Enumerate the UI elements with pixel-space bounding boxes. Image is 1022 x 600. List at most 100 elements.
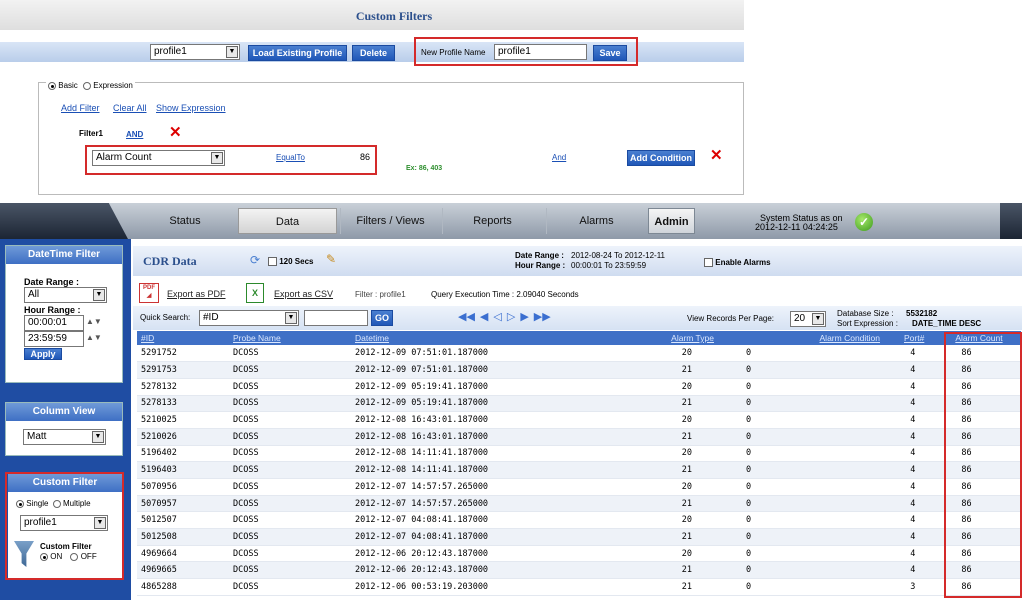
column-view-select[interactable]: Matt ▼ (23, 429, 106, 445)
add-condition-button[interactable]: Add Condition (627, 150, 695, 166)
filter-builder-box (38, 82, 744, 195)
show-expression-link[interactable]: Show Expression (156, 103, 226, 113)
condition-field-select[interactable]: Alarm Count ▼ (92, 150, 225, 166)
cell-alarm-type: 21 (626, 561, 738, 580)
table-row[interactable]: 5210026 DCOSS 2012-12-08 16:43:01.187000 21… (137, 428, 1021, 446)
hour-range-info-label: Hour Range : (515, 261, 566, 270)
condition-and-link[interactable]: And (552, 153, 566, 162)
tab-data[interactable]: Data (238, 208, 337, 234)
table-row[interactable]: 4969665 DCOSS 2012-12-06 20:12:43.187000 21… (137, 561, 1021, 580)
cell-alarm-condition: 0 (738, 545, 900, 563)
cell-datetime: 2012-12-09 07:51:01.187000 (351, 345, 626, 363)
apply-button[interactable]: Apply (24, 348, 62, 360)
pagination: ◀◀ ◀ ◁ ▷ ▶ ▶▶ (458, 310, 556, 323)
column-header-datetime[interactable]: Datetime (351, 331, 626, 345)
cell-probe-name: DCOSS (229, 378, 351, 396)
table-row[interactable]: 4865288 DCOSS 2012-12-06 00:53:19.203000 21… (137, 578, 1021, 596)
cell-alarm-condition: 0 (738, 395, 900, 413)
page-back-icon[interactable]: ◁ (493, 310, 501, 323)
table-row[interactable]: 5012508 DCOSS 2012-12-07 04:08:41.187000 21… (137, 528, 1021, 546)
table-row[interactable]: 4969664 DCOSS 2012-12-06 20:12:43.187000 20… (137, 545, 1021, 563)
quick-search-input[interactable] (304, 310, 368, 326)
filter-text: Filter : profile1 (355, 290, 406, 299)
enable-alarms-checkbox[interactable] (704, 258, 713, 268)
tab-admin[interactable]: Admin (648, 208, 695, 234)
hour-to-stepper-icon[interactable]: ▲▼ (86, 333, 102, 342)
table-row[interactable]: 5278132 DCOSS 2012-12-09 05:19:41.187000 20… (137, 378, 1021, 396)
save-button[interactable]: Save (593, 45, 627, 61)
sort-expression-label: Sort Expression : (837, 319, 898, 328)
top-nav-left-wing (0, 203, 128, 239)
quick-search-field-select[interactable]: #ID ▼ (199, 310, 299, 326)
cell-alarm-type: 20 (626, 411, 738, 429)
table-row[interactable]: 5012507 DCOSS 2012-12-07 04:08:41.187000 20… (137, 511, 1021, 530)
basic-radio[interactable] (48, 81, 56, 90)
chevron-down-icon: ▼ (812, 313, 824, 325)
expression-radio[interactable] (83, 81, 92, 90)
hour-to-input[interactable]: 23:59:59 (24, 331, 84, 347)
export-pdf-link[interactable]: Export as PDF (167, 289, 226, 299)
profile-select[interactable]: profile1 ▼ (150, 44, 240, 60)
cell-alarm-type: 21 (626, 461, 738, 479)
cell-alarm-condition: 0 (738, 428, 900, 446)
cell-probe-name: DCOSS (229, 528, 351, 546)
add-filter-link[interactable]: Add Filter (61, 103, 100, 113)
hour-from-input[interactable]: 00:00:01 (24, 315, 84, 331)
tab-alarms[interactable]: Alarms (546, 208, 646, 234)
table-row[interactable]: 5291752 DCOSS 2012-12-09 07:51:01.187000 20… (137, 345, 1021, 363)
column-header-probe-name[interactable]: Probe Name (229, 331, 351, 345)
cell-datetime: 2012-12-09 05:19:41.187000 (351, 395, 626, 413)
filter-and-link[interactable]: AND (126, 130, 143, 139)
cdr-title: CDR Data (143, 254, 197, 268)
tab-reports[interactable]: Reports (442, 208, 542, 234)
cell-probe-name: DCOSS (229, 545, 351, 563)
cell-alarm-type: 21 (626, 528, 738, 546)
records-per-page-select[interactable]: 20 ▼ (790, 311, 826, 327)
export-csv-link[interactable]: Export as CSV (274, 289, 333, 299)
edit-icon[interactable]: ✎ (326, 252, 336, 266)
remove-condition-icon[interactable]: ✕ (710, 148, 723, 163)
date-range-select[interactable]: All ▼ (24, 287, 107, 303)
table-row[interactable]: 5196403 DCOSS 2012-12-08 14:11:41.187000 21… (137, 461, 1021, 479)
cell-id: 5012508 (137, 528, 229, 546)
cell-id: 5210025 (137, 411, 229, 429)
delete-profile-button[interactable]: Delete (352, 45, 395, 61)
top-nav-right-wing (1000, 203, 1022, 239)
hour-from-stepper-icon[interactable]: ▲▼ (86, 317, 102, 326)
csv-icon: X (246, 283, 264, 303)
load-existing-profile-button[interactable]: Load Existing Profile (248, 45, 347, 61)
tab-filters-views[interactable]: Filters / Views (340, 208, 440, 234)
cell-probe-name: DCOSS (229, 561, 351, 580)
column-header-alarm-type[interactable]: Alarm Type (626, 331, 738, 345)
cell-alarm-condition: 0 (738, 478, 900, 496)
refresh-checkbox[interactable] (268, 257, 277, 267)
condition-value[interactable]: 86 (360, 152, 370, 162)
table-row[interactable]: 5070956 DCOSS 2012-12-07 14:57:57.265000 20… (137, 478, 1021, 496)
condition-operator-link[interactable]: EqualTo (276, 153, 305, 162)
table-row[interactable]: 5210025 DCOSS 2012-12-08 16:43:01.187000 20… (137, 411, 1021, 429)
prev-page-icon[interactable]: ◀ (480, 310, 488, 323)
page-forward-icon[interactable]: ▷ (507, 310, 515, 323)
refresh-toggle: 120 Secs (268, 257, 314, 267)
remove-filter-icon[interactable]: ✕ (169, 125, 182, 140)
go-button[interactable]: GO (371, 310, 393, 326)
cell-alarm-condition: 0 (738, 511, 900, 530)
next-page-icon[interactable]: ▶ (520, 310, 528, 323)
last-page-icon[interactable]: ▶▶ (534, 310, 551, 323)
table-row[interactable]: 5291753 DCOSS 2012-12-09 07:51:01.187000 21… (137, 361, 1021, 379)
column-header-id[interactable]: #ID (137, 331, 229, 345)
cell-probe-name: DCOSS (229, 461, 351, 479)
cell-alarm-condition: 0 (738, 445, 900, 463)
refresh-icon[interactable]: ⟳ (250, 253, 260, 267)
table-row[interactable]: 5070957 DCOSS 2012-12-07 14:57:57.265000 21… (137, 495, 1021, 513)
column-header-alarm-condition[interactable]: Alarm Condition (738, 331, 900, 345)
new-profile-name-input[interactable]: profile1 (494, 44, 587, 60)
db-size-value: 5532182 (906, 309, 938, 318)
tab-status[interactable]: Status (140, 208, 230, 234)
first-page-icon[interactable]: ◀◀ (458, 310, 475, 323)
cell-alarm-condition: 0 (738, 411, 900, 429)
table-row[interactable]: 5196402 DCOSS 2012-12-08 14:11:41.187000 20… (137, 445, 1021, 463)
cell-id: 5196402 (137, 445, 229, 463)
clear-all-link[interactable]: Clear All (113, 103, 147, 113)
table-row[interactable]: 5278133 DCOSS 2012-12-09 05:19:41.187000 21… (137, 395, 1021, 413)
